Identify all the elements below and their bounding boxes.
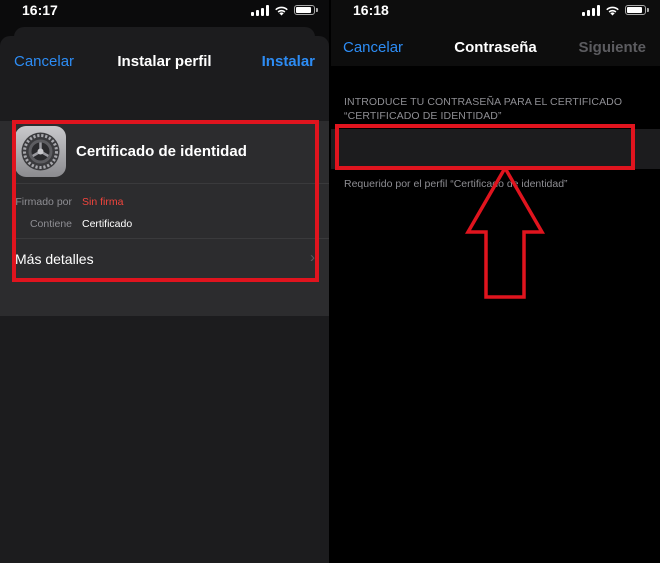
cellular-signal-icon (582, 4, 600, 16)
status-time: 16:17 (22, 2, 58, 18)
status-bar: 16:18 (331, 0, 660, 22)
section-header: INTRODUCE TU CONTRASEÑA PARA EL CERTIFIC… (344, 96, 623, 122)
status-icons (251, 4, 318, 16)
arrow-up-icon (465, 166, 545, 299)
install-profile-sheet: Cancelar Instalar perfil Instalar Certif… (0, 36, 329, 563)
status-icons (582, 4, 649, 16)
wifi-icon (275, 6, 288, 15)
next-button[interactable]: Siguiente (578, 39, 646, 56)
navigation-bar: Cancelar Instalar perfil Instalar (0, 36, 329, 86)
status-bar: 16:17 (0, 0, 329, 22)
highlight-box (12, 120, 319, 282)
install-button[interactable]: Instalar (262, 53, 315, 70)
highlight-box (335, 124, 635, 170)
battery-icon (294, 5, 318, 15)
wifi-icon (606, 6, 619, 15)
battery-icon (625, 5, 649, 15)
password-screen: 16:18 Cancelar Contraseña Siguiente INTR… (331, 0, 660, 563)
status-time: 16:18 (353, 2, 389, 18)
cellular-signal-icon (251, 4, 269, 16)
install-profile-screen: 16:17 Cancelar Instalar perfil Instalar (0, 0, 329, 563)
